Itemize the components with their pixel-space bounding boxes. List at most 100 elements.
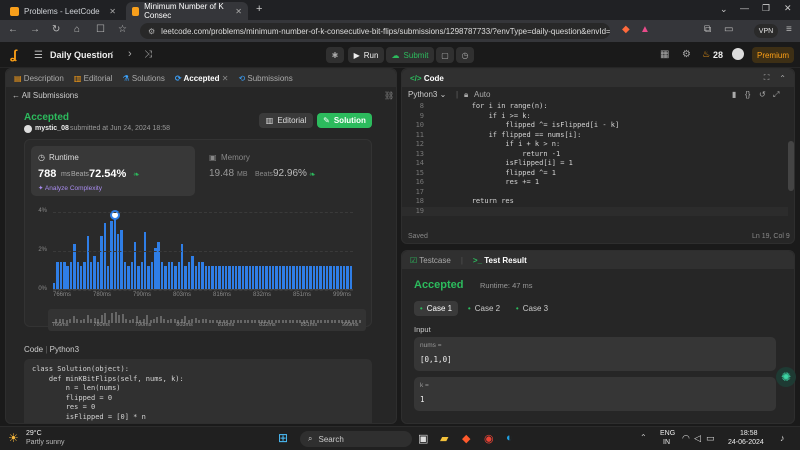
tab-testcase[interactable]: ☑ Testcase xyxy=(410,256,451,265)
histogram-bar[interactable] xyxy=(332,265,336,289)
submitted-code[interactable]: class Solution(object): def minKBitFlips… xyxy=(24,359,372,423)
case-3-button[interactable]: • Case 3 xyxy=(510,301,554,316)
back-icon[interactable]: ← xyxy=(8,24,18,35)
menu-icon[interactable]: ≡ xyxy=(786,24,792,35)
maximize-icon[interactable]: ❐ xyxy=(762,3,770,14)
premium-button[interactable]: Premium xyxy=(752,47,794,63)
editor-scrollbar[interactable] xyxy=(788,141,794,191)
histogram-bar[interactable] xyxy=(214,265,218,289)
histogram-bar[interactable] xyxy=(113,216,117,289)
submit-button[interactable]: ☁ Submit xyxy=(386,47,434,63)
histogram-bar[interactable] xyxy=(231,265,235,289)
histogram-bar[interactable] xyxy=(96,261,100,289)
histogram-bar[interactable] xyxy=(241,265,245,289)
histogram-bar[interactable] xyxy=(275,265,278,289)
histogram-bar[interactable] xyxy=(197,261,201,289)
taskbar-search[interactable]: ⌕ Search xyxy=(300,431,412,447)
settings-gear-icon[interactable]: ⚙ xyxy=(682,49,691,60)
bookmark-star-icon[interactable]: ☆ xyxy=(118,24,127,35)
histogram-bar[interactable] xyxy=(59,261,63,289)
avatar[interactable] xyxy=(732,48,744,60)
bookmark-icon[interactable]: ▮ xyxy=(732,90,736,99)
chrome-icon[interactable]: ◉ xyxy=(484,432,494,445)
clock-time[interactable]: 18:58 xyxy=(740,430,758,437)
wifi-icon[interactable]: ◠ xyxy=(682,433,690,444)
case-2-button[interactable]: • Case 2 xyxy=(462,301,506,316)
run-button[interactable]: ▶ Run xyxy=(348,47,384,63)
histogram-bar[interactable] xyxy=(90,261,93,289)
layout-grid-icon[interactable]: ▦ xyxy=(660,49,669,60)
histogram-bar[interactable] xyxy=(278,265,282,289)
editorial-button[interactable]: ▥ Editorial xyxy=(259,113,313,128)
histogram-bar[interactable] xyxy=(79,265,83,289)
histogram-bar[interactable] xyxy=(326,265,329,289)
user-avatar[interactable] xyxy=(24,125,32,133)
histogram-bar[interactable] xyxy=(299,265,302,289)
runtime-histogram[interactable] xyxy=(53,208,353,291)
tab-description[interactable]: ▤ Description xyxy=(14,74,64,83)
task-view-icon[interactable]: ▣ xyxy=(418,432,428,445)
histogram-bar[interactable] xyxy=(133,242,137,289)
case-1-button[interactable]: • Case 1 xyxy=(414,301,458,316)
weather-icon[interactable]: ☀ xyxy=(8,431,19,445)
histogram-bar[interactable] xyxy=(319,265,322,289)
auto-mode[interactable]: Auto xyxy=(464,90,490,99)
tray-chevron-icon[interactable]: ⌃ xyxy=(640,433,647,442)
histogram-bar[interactable] xyxy=(292,265,295,289)
extensions-icon[interactable]: ⧉ xyxy=(704,24,711,35)
histogram-bar[interactable] xyxy=(184,265,187,289)
histogram-bar[interactable] xyxy=(224,265,228,289)
histogram-bar[interactable] xyxy=(235,265,238,289)
maximize-panel-icon[interactable]: ⛶ xyxy=(764,73,770,83)
collapse-panel-icon[interactable]: ⌃ xyxy=(779,74,786,83)
daily-question-title[interactable]: Daily Question xyxy=(50,50,113,60)
code-editor[interactable]: 8 for i in range(n): 9 if i >= k: 10 flipp… xyxy=(402,102,788,222)
clock-date[interactable]: 24-06-2024 xyxy=(728,439,764,446)
histogram-bar[interactable] xyxy=(288,265,292,289)
histogram-bar[interactable] xyxy=(272,265,275,289)
fullscreen-icon[interactable]: ⤢ xyxy=(773,90,779,100)
histogram-bar[interactable] xyxy=(261,265,265,289)
language-select[interactable]: Python3 ⌄ xyxy=(408,90,446,99)
analyze-complexity-link[interactable]: ✦ Analyze Complexity xyxy=(38,184,102,192)
histogram-bar[interactable] xyxy=(69,261,73,289)
browser-tab-problem[interactable]: Minimum Number of K Consec ✕ xyxy=(126,2,248,20)
tab-solutions[interactable]: ⚗ Solutions xyxy=(123,74,165,83)
histogram-bar[interactable] xyxy=(167,261,170,289)
bookmark-icon[interactable]: ☐ xyxy=(96,24,105,35)
histogram-bar[interactable] xyxy=(120,230,123,289)
histogram-bar[interactable] xyxy=(221,265,224,289)
home-icon[interactable]: ⌂ xyxy=(74,24,80,35)
edge-icon[interactable]: ◐ xyxy=(506,432,513,444)
input-k-box[interactable]: k = 1 xyxy=(414,377,776,411)
brave-browser-icon[interactable]: ◆ xyxy=(462,432,470,445)
histogram-bar[interactable] xyxy=(346,265,349,289)
histogram-bar[interactable] xyxy=(76,261,79,289)
histogram-bar[interactable] xyxy=(295,265,299,289)
share-link-icon[interactable]: ⛓ xyxy=(384,91,394,100)
close-tab-icon[interactable]: ✕ xyxy=(222,74,229,83)
close-tab-icon[interactable]: ✕ xyxy=(235,7,242,16)
histogram-bar[interactable] xyxy=(110,220,113,289)
url-field[interactable]: ⚙ leetcode.com/problems/minimum-number-o… xyxy=(140,23,610,39)
histogram-bar[interactable] xyxy=(100,236,103,289)
histogram-bar[interactable] xyxy=(53,283,56,289)
tab-search-icon[interactable]: ⌄ xyxy=(720,4,728,15)
notes-button[interactable]: ▢ xyxy=(436,47,454,63)
reload-icon[interactable]: ↻ xyxy=(52,24,60,35)
histogram-bar[interactable] xyxy=(329,265,332,289)
leetcode-logo-icon[interactable]: ʆ xyxy=(10,47,17,62)
format-braces-icon[interactable]: {} xyxy=(745,90,750,99)
site-info-icon[interactable]: ⚙ xyxy=(148,27,155,36)
histogram-bar[interactable] xyxy=(255,265,258,289)
vpn-button[interactable]: VPN xyxy=(754,24,778,38)
histogram-bar[interactable] xyxy=(342,265,346,289)
histogram-bar[interactable] xyxy=(123,261,127,289)
range-selector[interactable]: 766ms 780ms 790ms 803ms 816ms 832ms 851ms 999ms xyxy=(48,309,366,331)
tab-code[interactable]: </> Code xyxy=(410,74,444,83)
chatgpt-extension-icon[interactable]: ✺ xyxy=(776,367,796,387)
reset-icon[interactable]: ↺ xyxy=(759,90,766,99)
histogram-bar[interactable] xyxy=(103,222,106,289)
histogram-bar[interactable] xyxy=(154,248,157,289)
weather-temp[interactable]: 29°C xyxy=(26,430,42,437)
